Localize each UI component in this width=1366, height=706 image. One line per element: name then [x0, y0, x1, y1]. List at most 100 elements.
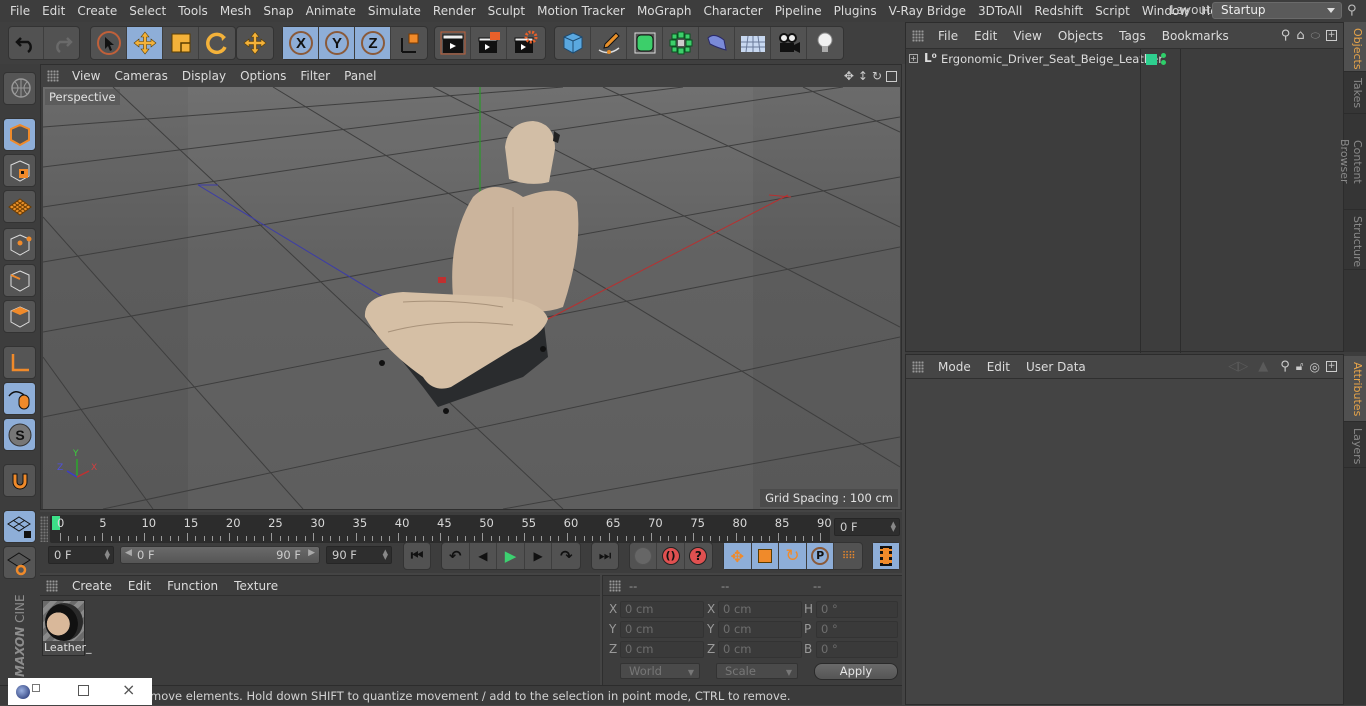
- viewport-menu-filter[interactable]: Filter: [293, 69, 337, 83]
- lock-workplane-button[interactable]: [3, 510, 36, 543]
- key-parameter-button[interactable]: P: [806, 543, 835, 569]
- menu-simulate[interactable]: Simulate: [362, 4, 427, 18]
- tab-takes[interactable]: Takes: [1344, 72, 1366, 114]
- render-picture-viewer-button[interactable]: [471, 27, 507, 59]
- menu-file[interactable]: File: [4, 4, 36, 18]
- cube-button[interactable]: [555, 27, 591, 59]
- layer-color-swatch[interactable]: [1146, 54, 1157, 65]
- material-swatch[interactable]: Leather_: [42, 600, 92, 656]
- make-editable-button[interactable]: [3, 72, 36, 105]
- edges-mode-button[interactable]: [3, 264, 36, 297]
- floor-button[interactable]: [735, 27, 771, 59]
- rotation-p-field[interactable]: 0 °: [816, 621, 898, 638]
- menu-vray-bridge[interactable]: V-Ray Bridge: [883, 4, 972, 18]
- menu-3dtoall[interactable]: 3DToAll: [972, 4, 1028, 18]
- objects-menu-tags[interactable]: Tags: [1111, 29, 1154, 43]
- frame-range-slider[interactable]: ◀ 0 F 90 F ▶: [120, 546, 320, 564]
- menu-mograph[interactable]: MoGraph: [631, 4, 698, 18]
- coord-mode-select[interactable]: Scale ▼: [716, 663, 798, 679]
- spinner-icon[interactable]: ▲ ▼: [105, 549, 110, 561]
- menu-motion-tracker[interactable]: Motion Tracker: [531, 4, 631, 18]
- menu-character[interactable]: Character: [697, 4, 768, 18]
- objects-menu-objects[interactable]: Objects: [1050, 29, 1111, 43]
- layout-select[interactable]: Startup: [1212, 2, 1342, 19]
- spinner-icon[interactable]: ▲ ▼: [383, 549, 388, 561]
- new-panel-icon[interactable]: +: [1326, 361, 1337, 372]
- live-selection-button[interactable]: [91, 27, 127, 59]
- tab-layers[interactable]: Layers: [1344, 422, 1366, 468]
- pan-view-icon[interactable]: ✥: [844, 69, 854, 83]
- tweak-mode-button[interactable]: [3, 382, 36, 415]
- nav-back-icon[interactable]: ◁▷: [1228, 359, 1248, 374]
- enable-axis-button[interactable]: [3, 346, 36, 379]
- subdivision-button[interactable]: [627, 27, 663, 59]
- autokey-button[interactable]: ?: [685, 543, 712, 569]
- menu-tools[interactable]: Tools: [172, 4, 214, 18]
- recent-move-button[interactable]: [237, 27, 273, 59]
- x-axis-lock-button[interactable]: X: [283, 27, 319, 59]
- object-name[interactable]: Ergonomic_Driver_Seat_Beige_Leather: [941, 52, 1163, 66]
- target-icon[interactable]: ◎: [1310, 360, 1320, 374]
- objects-menu-view[interactable]: View: [1005, 29, 1049, 43]
- material-menu-create[interactable]: Create: [64, 579, 120, 593]
- workplane-mode-button[interactable]: [3, 190, 36, 223]
- attributes-menu-mode[interactable]: Mode: [930, 360, 979, 374]
- end-frame-field[interactable]: 90 F ▲ ▼: [326, 546, 392, 564]
- key-scale-button[interactable]: [751, 543, 780, 569]
- menu-plugins[interactable]: Plugins: [828, 4, 883, 18]
- panel-grip[interactable]: [40, 516, 48, 542]
- menu-redshift[interactable]: Redshift: [1028, 4, 1089, 18]
- objects-menu-bookmarks[interactable]: Bookmarks: [1154, 29, 1237, 43]
- spinner-icon[interactable]: ▲ ▼: [891, 521, 896, 533]
- menu-pipeline[interactable]: Pipeline: [769, 4, 828, 18]
- panel-grip[interactable]: [47, 70, 59, 82]
- material-menu-function[interactable]: Function: [159, 579, 226, 593]
- home-icon[interactable]: ⌂: [1296, 28, 1304, 43]
- objects-menu-file[interactable]: File: [930, 29, 966, 43]
- timeline-ruler[interactable]: 0 5 10 15 20 25 30 35 40 45 50 55 60 65 70 75 80 85 90: [50, 515, 832, 543]
- menu-select[interactable]: Select: [123, 4, 172, 18]
- search-icon[interactable]: ⚲: [1280, 359, 1290, 374]
- texture-mode-button[interactable]: [3, 154, 36, 187]
- coord-system-select[interactable]: World ▼: [620, 663, 700, 679]
- rotate-view-icon[interactable]: ↻: [872, 69, 882, 83]
- editor-visibility-dot[interactable]: [1161, 53, 1166, 58]
- panel-grip[interactable]: [609, 579, 621, 592]
- nav-up-icon[interactable]: ▲: [1258, 359, 1268, 374]
- undo-button[interactable]: [9, 27, 45, 59]
- model-mode-button[interactable]: [3, 118, 36, 151]
- magnet-button[interactable]: [3, 464, 36, 497]
- unlock-icon[interactable]: 🔓︎: [1296, 359, 1304, 374]
- snap-button[interactable]: S: [3, 418, 36, 451]
- object-row[interactable]: + L⁰ Ergonomic_Driver_Seat_Beige_Leather: [906, 49, 1344, 353]
- light-button[interactable]: [807, 27, 843, 59]
- tab-structure[interactable]: Structure: [1344, 210, 1366, 270]
- position-x-field[interactable]: 0 cm: [620, 601, 704, 618]
- menu-script[interactable]: Script: [1089, 4, 1136, 18]
- viewport-3d[interactable]: Y X Z Perspective Grid Spacing : 100 cm: [43, 87, 900, 509]
- menu-render[interactable]: Render: [427, 4, 482, 18]
- key-position-button[interactable]: ✥: [724, 543, 752, 569]
- move-tool-button[interactable]: [127, 27, 163, 59]
- z-axis-lock-button[interactable]: Z: [355, 27, 391, 59]
- panel-grip[interactable]: [46, 579, 58, 592]
- rotation-h-field[interactable]: 0 °: [816, 601, 898, 618]
- polygons-mode-button[interactable]: [3, 300, 36, 333]
- motion-record-button[interactable]: [630, 543, 658, 569]
- new-panel-icon[interactable]: +: [1326, 30, 1337, 41]
- camera-button[interactable]: [771, 27, 807, 59]
- menu-create[interactable]: Create: [71, 4, 123, 18]
- menu-edit[interactable]: Edit: [36, 4, 71, 18]
- position-y-field[interactable]: 0 cm: [620, 621, 704, 638]
- next-key-button[interactable]: ↷: [552, 543, 580, 569]
- rotation-b-field[interactable]: 0 °: [816, 641, 898, 658]
- tab-attributes[interactable]: Attributes: [1344, 356, 1366, 422]
- viewport-menu-options[interactable]: Options: [233, 69, 293, 83]
- deformer-button[interactable]: [699, 27, 735, 59]
- size-x-field[interactable]: 0 cm: [718, 601, 802, 618]
- render-view-button[interactable]: [435, 27, 471, 59]
- key-pla-button[interactable]: ⠿⠿: [834, 543, 862, 569]
- menu-mesh[interactable]: Mesh: [214, 4, 258, 18]
- eye-icon[interactable]: ⬭: [1311, 29, 1320, 43]
- search-icon[interactable]: ⚲: [1347, 3, 1357, 18]
